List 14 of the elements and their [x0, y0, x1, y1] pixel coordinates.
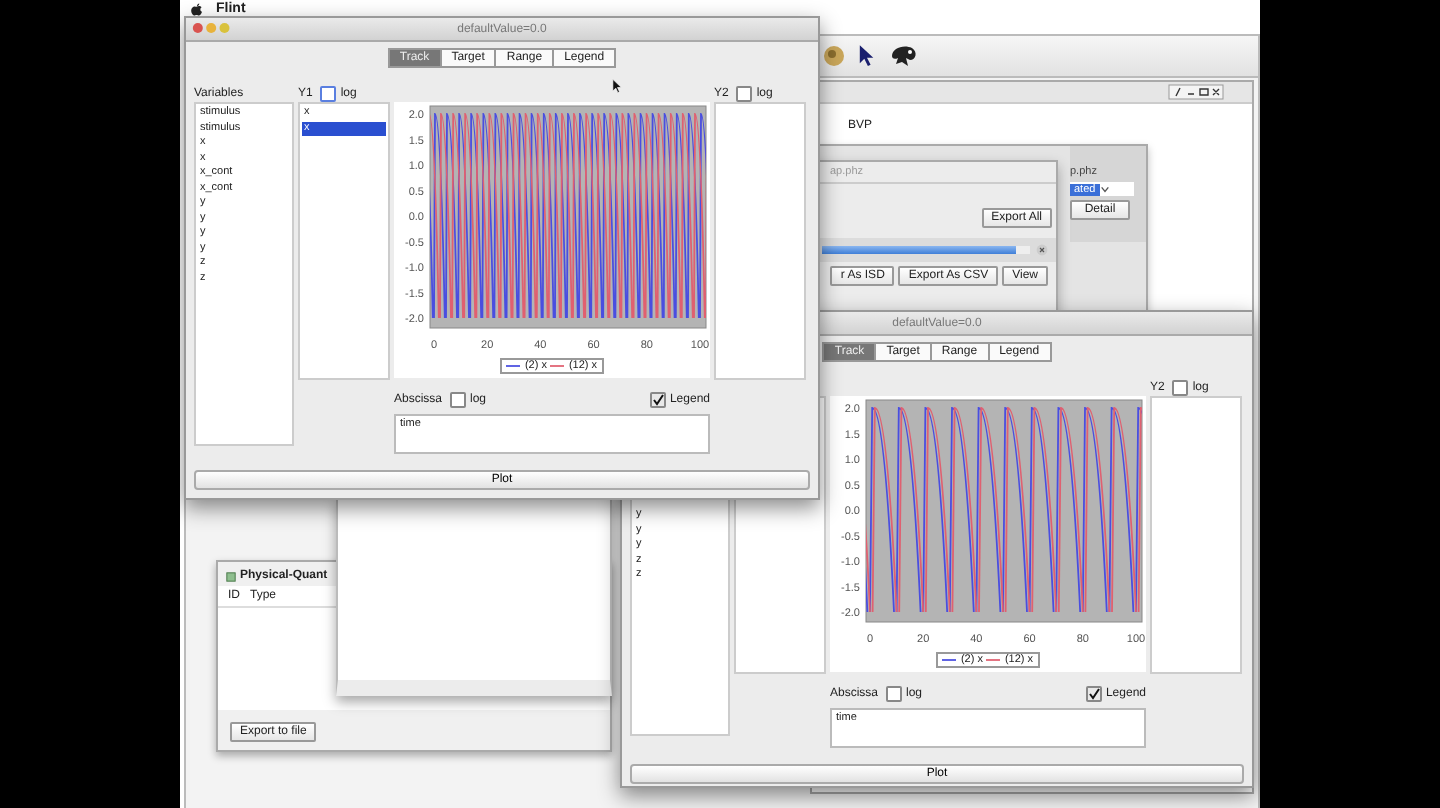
legend-line-icon	[506, 362, 521, 370]
table-icon	[226, 571, 236, 581]
legend-line-icon	[550, 362, 565, 370]
legend-line-icon	[942, 656, 957, 664]
legend-line-icon	[986, 656, 1001, 664]
checkmark-icon	[1087, 688, 1100, 700]
checkmark-icon	[651, 394, 664, 406]
window-controls-icon[interactable]	[1168, 84, 1224, 100]
cancel-icon[interactable]	[1036, 244, 1048, 256]
toolbar-tool-icon[interactable]	[822, 44, 846, 68]
pointer-icon[interactable]	[858, 44, 876, 68]
dropdown-caret-icon	[1099, 184, 1110, 194]
apple-logo-icon[interactable]	[190, 1, 204, 17]
mouse-pointer-icon	[612, 78, 622, 94]
